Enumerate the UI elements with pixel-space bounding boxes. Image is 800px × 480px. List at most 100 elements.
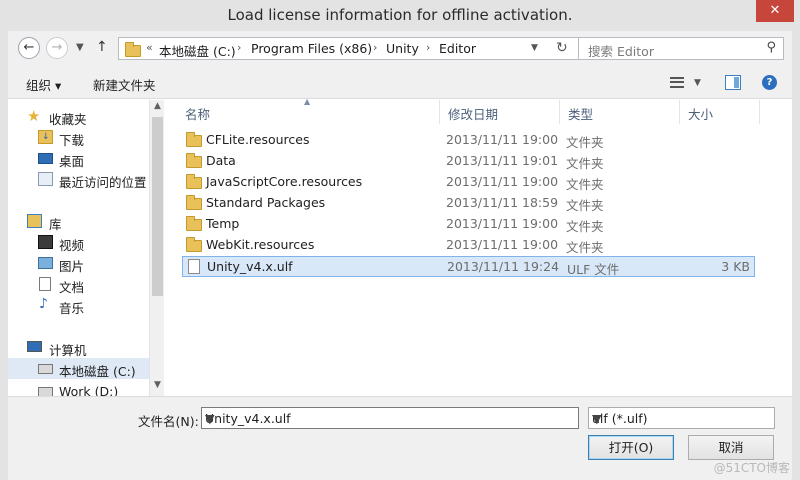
file-size: 3 KB: [721, 259, 750, 274]
nav-label: 收藏夹: [49, 112, 87, 127]
breadcrumb-drive-c[interactable]: 本地磁盘 (C:): [159, 41, 236, 60]
file-name: Temp: [206, 216, 240, 231]
scroll-down-arrow[interactable]: ▼: [150, 380, 165, 395]
address-input[interactable]: « 本地磁盘 (C:) › Program Files (x86) › Unit…: [118, 37, 579, 60]
scroll-thumb[interactable]: [152, 117, 163, 296]
forward-button[interactable]: →: [46, 37, 68, 59]
breadcrumb-separator[interactable]: ›: [237, 41, 241, 54]
library-icon: [27, 214, 42, 228]
file-type: 文件夹: [566, 240, 604, 255]
breadcrumb-editor[interactable]: Editor: [439, 41, 476, 56]
filetype-select[interactable]: ulf (*.ulf) ▼: [588, 407, 775, 429]
overflow-chevron[interactable]: «: [146, 41, 153, 54]
file-row[interactable]: Data 2013/11/11 19:01 文件夹: [182, 151, 755, 172]
filename-input[interactable]: Unity_v4.x.ulf ▼: [201, 407, 579, 429]
computer-icon: [27, 341, 42, 352]
organize-menu[interactable]: 组织 ▾: [26, 75, 61, 94]
window-frame-left: [0, 31, 8, 480]
close-button[interactable]: ✕: [756, 0, 794, 22]
nav-label: 图片: [59, 259, 85, 274]
video-icon: [38, 235, 53, 249]
column-header-name[interactable]: 名称 ▲: [177, 97, 440, 124]
nav-item-drive-c[interactable]: 本地磁盘 (C:): [8, 358, 149, 379]
star-icon: ★: [27, 107, 41, 125]
breadcrumb-separator[interactable]: ›: [426, 41, 430, 54]
cancel-button[interactable]: 取消: [688, 435, 774, 460]
column-header-size[interactable]: 大小: [680, 100, 760, 124]
music-icon: ♪: [39, 296, 48, 312]
file-row[interactable]: CFLite.resources 2013/11/11 19:00 文件夹: [182, 130, 755, 151]
nav-item-desktop[interactable]: 桌面: [8, 148, 149, 169]
file-list: 名称 ▲ 修改日期 类型 大小 CFLite.resources 2013/11…: [165, 97, 792, 396]
nav-item-recent-places[interactable]: 最近访问的位置: [8, 169, 149, 190]
back-button[interactable]: ←: [18, 37, 40, 59]
file-row[interactable]: WebKit.resources 2013/11/11 19:00 文件夹: [182, 235, 755, 256]
recent-locations-dropdown[interactable]: ▼: [76, 42, 84, 53]
folder-icon: [125, 42, 141, 57]
breadcrumb-separator[interactable]: ›: [373, 41, 377, 54]
nav-label: 计算机: [49, 343, 87, 358]
file-type: 文件夹: [566, 198, 604, 213]
navigation-scrollbar[interactable]: ▲ ▼: [149, 100, 164, 396]
file-date: 2013/11/11 19:01: [446, 153, 559, 168]
window-frame-right: [792, 31, 800, 480]
file-type: 文件夹: [566, 219, 604, 234]
view-options-icon[interactable]: [670, 77, 684, 88]
new-folder-button[interactable]: 新建文件夹: [93, 75, 156, 94]
nav-label: 本地磁盘 (C:): [59, 364, 136, 379]
nav-label: 文档: [59, 280, 85, 295]
file-type: 文件夹: [566, 177, 604, 192]
open-button[interactable]: 打开(O): [588, 435, 674, 460]
nav-label: 桌面: [59, 154, 85, 169]
nav-item-downloads[interactable]: ↓ 下载: [8, 127, 149, 148]
file-row[interactable]: Temp 2013/11/11 19:00 文件夹: [182, 214, 755, 235]
view-options-dropdown[interactable]: ▼: [694, 78, 701, 88]
column-name-label: 名称: [185, 107, 211, 122]
download-icon: ↓: [38, 130, 53, 144]
desktop-icon: [38, 153, 53, 164]
documents-icon: [39, 277, 51, 291]
file-name: CFLite.resources: [206, 132, 310, 147]
column-header-type[interactable]: 类型: [560, 100, 680, 124]
help-icon[interactable]: ?: [762, 75, 777, 90]
nav-label: 音乐: [59, 301, 85, 316]
open-file-dialog: Load license information for offline act…: [0, 0, 800, 480]
address-history-dropdown[interactable]: ▼: [531, 43, 538, 53]
breadcrumb-unity[interactable]: Unity: [386, 41, 419, 56]
preview-pane-icon[interactable]: [725, 75, 741, 90]
folder-icon: [186, 216, 202, 231]
title-bar: Load license information for offline act…: [0, 0, 800, 31]
address-bar-area: ← → ▼ ↑ « 本地磁盘 (C:) › Program Files (x86…: [8, 31, 792, 66]
filename-history-dropdown[interactable]: ▼: [205, 411, 575, 426]
nav-item-music[interactable]: ♪ 音乐: [8, 295, 149, 316]
file-name: Unity_v4.x.ulf: [207, 259, 293, 274]
filename-label: 文件名(N):: [138, 414, 199, 429]
navigation-pane: ★ 收藏夹 ↓ 下载 桌面 最近访问的位置 库 视频 图片 文档 ♪ 音乐 计算…: [8, 100, 149, 396]
refresh-icon[interactable]: ↻: [556, 40, 568, 56]
nav-item-pictures[interactable]: 图片: [8, 253, 149, 274]
file-row[interactable]: JavaScriptCore.resources 2013/11/11 19:0…: [182, 172, 755, 193]
up-button[interactable]: ↑: [96, 39, 108, 55]
file-date: 2013/11/11 19:00: [446, 174, 559, 189]
file-date: 2013/11/11 18:59: [446, 195, 559, 210]
search-icon[interactable]: ⚲: [766, 40, 776, 55]
nav-label: Work (D:): [59, 384, 119, 396]
search-box[interactable]: 搜索 Editor ⚲: [578, 37, 784, 60]
chevron-down-icon: ▼: [592, 411, 602, 426]
folder-icon: [186, 153, 202, 168]
nav-item-drive-d[interactable]: Work (D:): [8, 379, 149, 396]
scroll-up-arrow[interactable]: ▲: [150, 101, 165, 116]
nav-item-videos[interactable]: 视频: [8, 232, 149, 253]
nav-item-computer[interactable]: 计算机: [8, 337, 149, 358]
file-row-selected[interactable]: Unity_v4.x.ulf 2013/11/11 19:24 ULF 文件 3…: [182, 256, 755, 277]
dialog-footer: 文件名(N): Unity_v4.x.ulf ▼ ulf (*.ulf) ▼ 打…: [8, 396, 792, 480]
file-name: JavaScriptCore.resources: [206, 174, 363, 189]
nav-item-favorites[interactable]: ★ 收藏夹: [8, 106, 149, 127]
nav-item-libraries[interactable]: 库: [8, 211, 149, 232]
nav-item-documents[interactable]: 文档: [8, 274, 149, 295]
breadcrumb-program-files[interactable]: Program Files (x86): [251, 41, 372, 56]
sort-ascending-icon: ▲: [304, 97, 311, 106]
file-name: Data: [206, 153, 236, 168]
column-header-date[interactable]: 修改日期: [440, 100, 560, 124]
file-row[interactable]: Standard Packages 2013/11/11 18:59 文件夹: [182, 193, 755, 214]
